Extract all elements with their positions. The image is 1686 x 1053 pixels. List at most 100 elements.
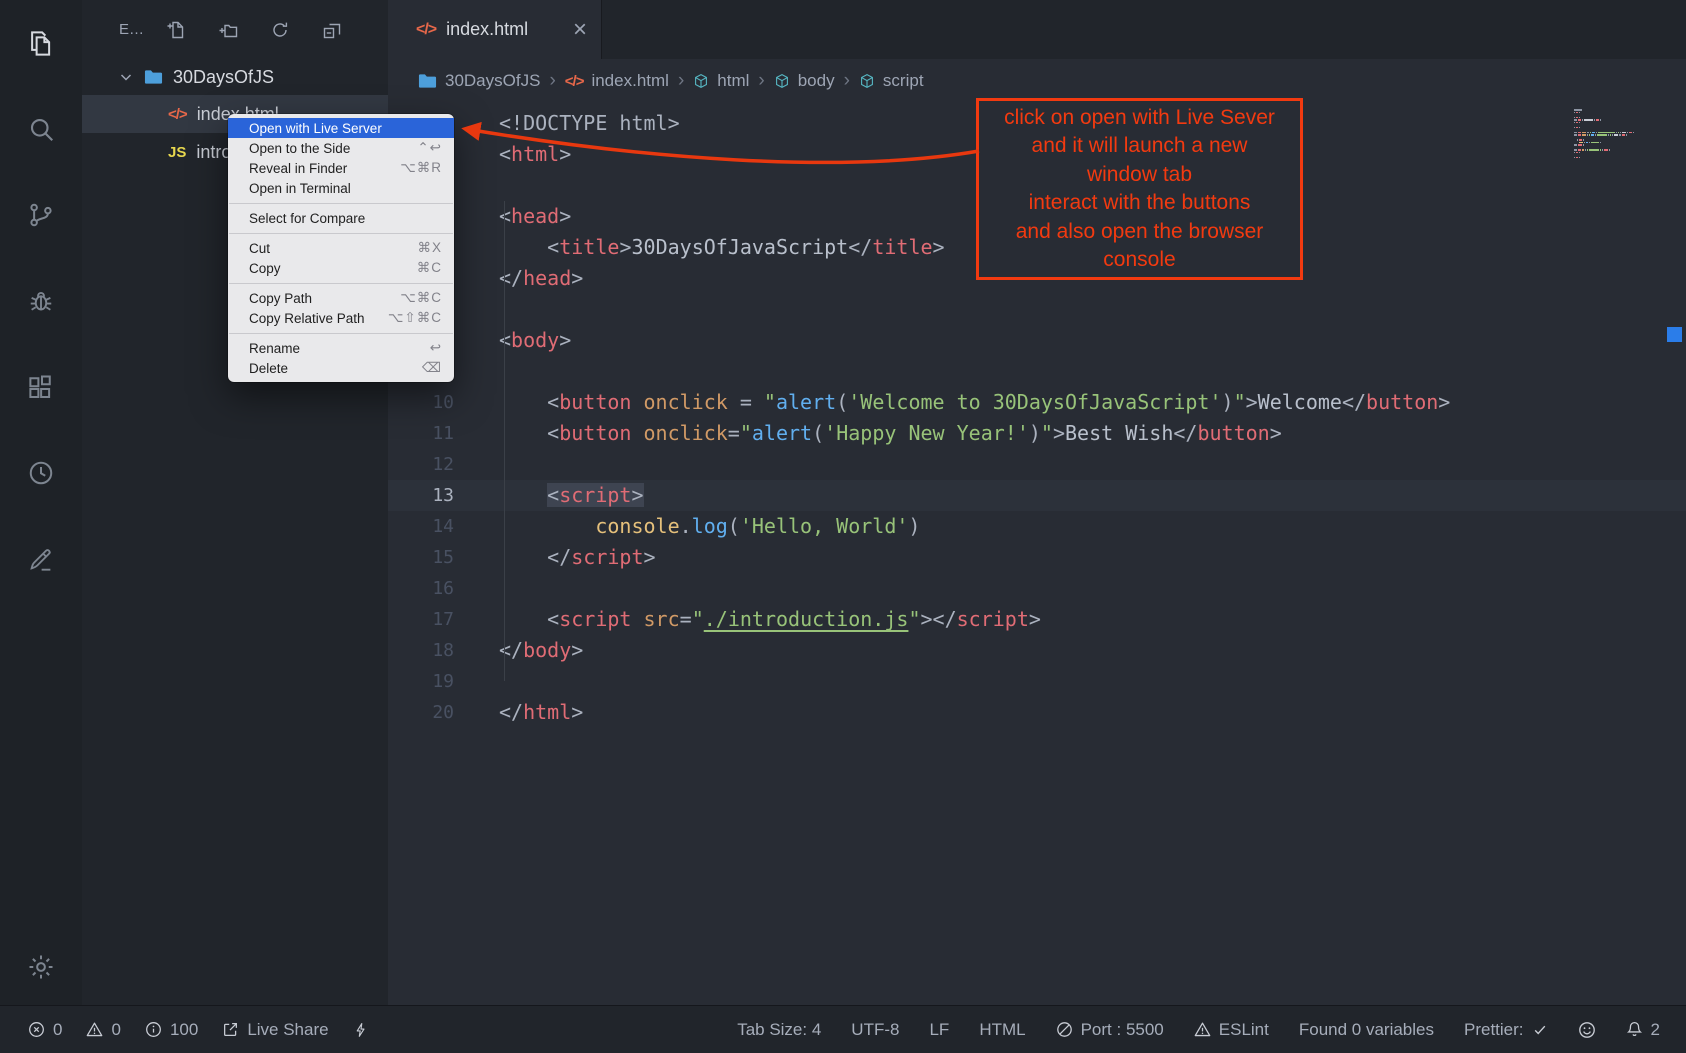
menu-item-open-in-terminal[interactable]: Open in Terminal [228,178,454,198]
status-bar: 0 0 100 Live Share Tab Size: 4 UTF-8 LF HTML Po… [0,1005,1686,1053]
menu-item-rename[interactable]: Rename↩ [228,338,454,358]
code-line-15[interactable]: 15 </script> [388,542,1686,573]
menu-item-open-with-live-server[interactable]: Open with Live Server [228,118,454,138]
breadcrumb-item-html[interactable]: html [693,71,749,91]
clock-icon[interactable] [17,449,65,497]
code-line-16[interactable]: 16 [388,573,1686,604]
status-live-share[interactable]: Live Share [222,1020,328,1040]
new-file-icon[interactable] [166,20,186,40]
refresh-icon[interactable] [270,20,290,40]
code-text [478,170,499,201]
folder-row-30daysofjs[interactable]: 30DaysOfJS [82,59,388,95]
files-icon[interactable] [17,19,65,67]
status-port-5500[interactable]: Port : 5500 [1056,1020,1164,1040]
code-line-17[interactable]: 17 <script src="./introduction.js"></scr… [388,604,1686,635]
breadcrumb-item-body[interactable]: body [774,71,835,91]
line-number: 13 [388,480,478,511]
code-line-14[interactable]: 14 console.log('Hello, World') [388,511,1686,542]
code-line-12[interactable]: 12 [388,449,1686,480]
gear-icon[interactable] [17,943,65,991]
code-text: <html> [478,139,571,170]
status-0[interactable]: 0 [28,1020,62,1040]
line-number: 16 [388,573,478,604]
line-number: 11 [388,418,478,449]
line-number: 14 [388,511,478,542]
menu-item-copy-path[interactable]: Copy Path⌥⌘C [228,288,454,308]
minimap[interactable] [1574,109,1662,159]
status-bar-left: 0 0 100 Live Share [28,1020,369,1040]
folder-icon [144,69,163,85]
source-control-icon[interactable] [17,191,65,239]
menu-item-delete[interactable]: Delete⌫ [228,358,454,378]
code-line-9[interactable]: 9 [388,356,1686,387]
vscode-window: E… 30DaysOfJS </>index.htmlJSintroductio… [0,0,1686,1053]
status-0[interactable]: 0 [86,1020,120,1040]
tab-label: index.html [446,19,528,40]
menu-item-cut[interactable]: Cut⌘X [228,238,454,258]
collapse-all-icon[interactable] [322,20,342,40]
line-number: 20 [388,697,478,728]
status-flash[interactable] [353,1022,369,1038]
code-text: </head> [478,263,583,294]
status-tab-size-4[interactable]: Tab Size: 4 [737,1020,821,1040]
line-number: 18 [388,635,478,666]
status-100[interactable]: 100 [145,1020,198,1040]
status-found-0-variables[interactable]: Found 0 variables [1299,1020,1434,1040]
code-text [478,573,499,604]
flash-icon [353,1022,369,1038]
code-line-13[interactable]: 13 <script> [388,480,1686,511]
code-line-18[interactable]: 18</body> [388,635,1686,666]
line-number: 15 [388,542,478,573]
code-line-10[interactable]: 10 <button onclick = "alert('Welcome to … [388,387,1686,418]
info-icon [145,1021,162,1038]
status-smiley[interactable] [1578,1021,1596,1039]
breadcrumb-separator: › [540,70,564,92]
js-file-icon: JS [168,144,186,161]
status-prettier[interactable]: Prettier: [1464,1020,1548,1040]
annotation-box: click on open with Live Severand it will… [976,98,1303,280]
tab-bar: </> index.html × [388,0,1686,59]
status-utf-8[interactable]: UTF-8 [851,1020,899,1040]
status-2[interactable]: 2 [1626,1020,1660,1040]
indent-guide [504,201,505,681]
code-line-11[interactable]: 11 <button onclick="alert('Happy New Yea… [388,418,1686,449]
cube-icon [859,73,875,89]
status-html[interactable]: HTML [979,1020,1025,1040]
menu-item-select-for-compare[interactable]: Select for Compare [228,208,454,228]
annotation-text-line: interact with the buttons [1029,189,1251,218]
menu-item-open-to-the-side[interactable]: Open to the Side⌃↩ [228,138,454,158]
breadcrumb-item-script[interactable]: script [859,71,924,91]
html-icon: </> [565,73,584,90]
tab-index-html[interactable]: </> index.html × [388,0,602,59]
scrollbar-marker[interactable] [1667,327,1682,342]
new-folder-icon[interactable] [218,20,238,40]
pen-icon[interactable] [17,535,65,583]
annotation-text-line: click on open with Live Sever [1004,104,1275,133]
code-line-7[interactable]: 7 [388,294,1686,325]
html-file-icon: </> [416,21,436,39]
menu-item-copy[interactable]: Copy⌘C [228,258,454,278]
code-text [478,449,499,480]
smiley-icon [1578,1021,1596,1039]
code-line-8[interactable]: 8<body> [388,325,1686,356]
line-number: 17 [388,604,478,635]
extensions-icon[interactable] [17,363,65,411]
status-lf[interactable]: LF [929,1020,949,1040]
breadcrumb-item-index-html[interactable]: </>index.html [565,71,669,91]
close-icon[interactable]: × [573,18,587,42]
menu-separator [229,233,453,234]
line-number: 19 [388,666,478,697]
search-icon[interactable] [17,105,65,153]
menu-separator [229,203,453,204]
status-eslint[interactable]: ESLint [1194,1020,1269,1040]
code-text: console.log('Hello, World') [478,511,920,542]
code-line-20[interactable]: 20</html> [388,697,1686,728]
debug-icon[interactable] [17,277,65,325]
cube-icon [693,73,709,89]
menu-item-copy-relative-path[interactable]: Copy Relative Path⌥⇧⌘C [228,308,454,328]
code-line-19[interactable]: 19 [388,666,1686,697]
annotation-text-line: window tab [1087,161,1192,190]
sidebar-header: E… [82,0,388,59]
menu-item-reveal-in-finder[interactable]: Reveal in Finder⌥⌘R [228,158,454,178]
breadcrumb-item-30daysofjs[interactable]: 30DaysOfJS [418,71,540,91]
